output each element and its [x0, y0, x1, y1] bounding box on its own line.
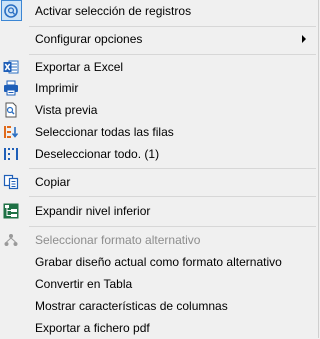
menu-item-deselect-all[interactable]: Deseleccionar todo. (1) [0, 143, 318, 165]
menu-item-activate-record-selection[interactable]: Activar selección de registros [0, 0, 318, 22]
menu-item-label: Seleccionar todas las filas [35, 125, 174, 139]
menu-item-select-all-rows[interactable]: Seleccionar todas las filas [0, 121, 318, 143]
menu-item-print[interactable]: Imprimir [0, 77, 318, 99]
menu-item-select-alt-format: Seleccionar formato alternativo [0, 229, 318, 251]
menu-item-label: Imprimir [35, 81, 79, 95]
menu-item-label: Mostrar características de columnas [35, 299, 228, 313]
copy-icon [3, 174, 19, 190]
menu-item-label: Grabar diseño actual como formato altern… [35, 255, 282, 269]
menu-item-save-design-alt-format[interactable]: Grabar diseño actual como formato altern… [0, 251, 318, 273]
print-preview-icon [3, 102, 19, 118]
context-menu: Activar selección de registros Configura… [0, 0, 319, 338]
alt-format-icon [3, 232, 19, 248]
menu-item-label: Vista previa [35, 103, 98, 117]
menu-item-print-preview[interactable]: Vista previa [0, 99, 318, 121]
menu-item-label: Exportar a Excel [35, 60, 124, 74]
menu-separator [29, 196, 316, 197]
menu-item-label: Convertir en Tabla [35, 277, 133, 291]
menu-item-configure-options[interactable]: Configurar opciones [0, 28, 318, 50]
deselect-all-icon [3, 146, 19, 162]
magnifier-selection-icon [3, 3, 19, 19]
menu-item-export-excel[interactable]: Exportar a Excel [0, 56, 318, 78]
printer-icon [3, 80, 19, 96]
menu-item-label: Seleccionar formato alternativo [35, 233, 201, 247]
menu-separator [29, 226, 316, 227]
menu-separator [29, 54, 316, 55]
menu-item-label: Configurar opciones [35, 32, 143, 46]
menu-item-copy[interactable]: Copiar [0, 171, 318, 193]
menu-item-label: Activar selección de registros [35, 4, 192, 18]
menu-separator [29, 26, 316, 27]
submenu-arrow-icon [302, 35, 306, 43]
menu-item-show-column-properties[interactable]: Mostrar características de columnas [0, 295, 318, 317]
excel-icon [3, 59, 19, 75]
menu-item-label: Deseleccionar todo. (1) [35, 147, 160, 161]
menu-item-expand-lower-level[interactable]: Expandir nivel inferior [0, 200, 318, 222]
menu-item-label: Expandir nivel inferior [35, 204, 151, 218]
menu-item-label: Copiar [35, 175, 71, 189]
menu-item-export-pdf[interactable]: Exportar a fichero pdf [0, 317, 318, 339]
select-all-rows-icon [3, 124, 19, 140]
expand-level-icon [3, 203, 19, 219]
menu-item-label: Exportar a fichero pdf [35, 321, 150, 335]
menu-item-convert-to-table[interactable]: Convertir en Tabla [0, 273, 318, 295]
menu-separator [29, 168, 316, 169]
